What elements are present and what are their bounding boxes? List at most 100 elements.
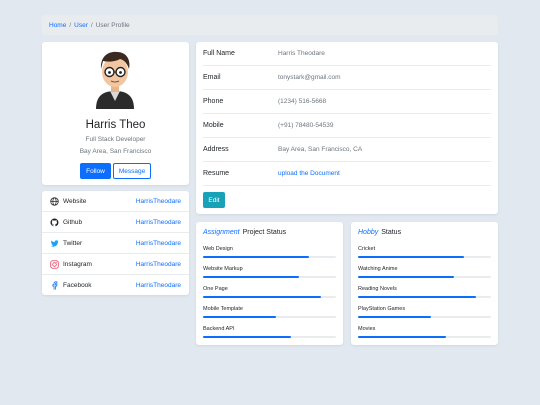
social-row-facebook[interactable]: Facebook HarrisTheodare <box>42 275 189 296</box>
progress-track <box>358 276 491 278</box>
social-label: Facebook <box>63 282 92 289</box>
progress-item: Web Design <box>203 246 336 264</box>
project-status-card: Assignment Project Status Web Design Websi… <box>196 222 343 345</box>
breadcrumb-home[interactable]: Home <box>49 22 66 29</box>
progress-track <box>358 336 491 338</box>
detail-value: (+91) 78480-54539 <box>278 122 334 129</box>
social-links-card: Website HarrisTheodare Github HarrisTheo… <box>42 191 189 295</box>
hobby-status-card: Hobby Status Cricket Watching Anime Reading… <box>351 222 498 345</box>
progress-bar <box>358 316 432 318</box>
social-label: Website <box>63 197 87 205</box>
detail-row-address: Address Bay Area, San Francisco, CA <box>203 138 491 162</box>
social-link[interactable]: HarrisTheodare <box>136 261 181 268</box>
hobby-label: Hobby <box>358 229 379 236</box>
edit-button[interactable]: Edit <box>203 192 225 208</box>
progress-bar <box>358 256 465 258</box>
progress-bar <box>203 256 310 258</box>
progress-bar <box>203 336 291 338</box>
progress-label: Cricket <box>358 246 376 252</box>
social-label: Twitter <box>63 239 83 247</box>
details-card: Full Name Harris Theodare Email tonystar… <box>196 42 498 214</box>
progress-label: One Page <box>203 286 228 292</box>
detail-row-resume: Resume upload the Document <box>203 162 491 186</box>
social-link[interactable]: HarrisTheodare <box>136 240 181 247</box>
project-status-heading: Assignment Project Status <box>203 229 286 236</box>
detail-row-full-name: Full Name Harris Theodare <box>203 42 491 66</box>
progress-label: Movies <box>358 326 376 332</box>
progress-track <box>203 296 336 298</box>
progress-bar <box>203 296 322 298</box>
social-row-github[interactable]: Github HarrisTheodare <box>42 212 189 233</box>
facebook-icon <box>50 281 59 290</box>
progress-item: Movies <box>358 326 491 344</box>
progress-label: Web Design <box>203 246 233 252</box>
breadcrumb-separator: / <box>69 21 72 29</box>
instagram-icon <box>50 259 59 269</box>
breadcrumb-separator: / <box>90 21 93 29</box>
detail-value: Bay Area, San Francisco, CA <box>278 146 363 153</box>
progress-item: Watching Anime <box>358 266 491 284</box>
project-status-title: Project Status <box>242 229 287 236</box>
detail-row-mobile: Mobile (+91) 78480-54539 <box>203 114 491 138</box>
profile-title: Full Stack Developer <box>85 136 146 143</box>
progress-track <box>203 316 336 318</box>
detail-value: Harris Theodare <box>278 50 325 57</box>
progress-bar <box>358 276 454 278</box>
progress-track <box>203 276 336 278</box>
detail-key: Address <box>203 146 229 153</box>
follow-button[interactable]: Follow <box>80 163 111 179</box>
social-row-instagram[interactable]: Instagram HarrisTheodare <box>42 254 189 275</box>
profile-card: Harris Theo Full Stack Developer Bay Are… <box>42 42 189 185</box>
progress-item: One Page <box>203 286 336 304</box>
progress-label: Mobile Template <box>203 306 243 312</box>
breadcrumb-current: User Profile <box>95 21 130 29</box>
profile-location: Bay Area, San Francisco <box>79 148 152 155</box>
social-link[interactable]: HarrisTheodare <box>136 219 181 226</box>
detail-key: Full Name <box>203 50 235 57</box>
progress-item: Reading Novels <box>358 286 491 304</box>
progress-track <box>358 316 491 318</box>
detail-row-email: Email tonystark@gmail.com <box>203 66 491 90</box>
progress-track <box>358 256 491 258</box>
progress-label: Website Markup <box>203 266 243 272</box>
detail-key: Resume <box>203 170 230 177</box>
social-row-twitter[interactable]: Twitter HarrisTheodare <box>42 233 189 254</box>
detail-key: Mobile <box>203 122 224 129</box>
progress-label: PlayStation Games <box>358 306 406 312</box>
hobby-status-heading: Hobby Status <box>358 229 401 236</box>
social-link[interactable]: HarrisTheodare <box>136 282 181 289</box>
breadcrumb: Home / User / User Profile <box>42 15 498 35</box>
detail-value: (1234) 516-5668 <box>278 98 327 105</box>
progress-item: PlayStation Games <box>358 306 491 324</box>
resume-upload-link[interactable]: upload the Document <box>278 170 340 177</box>
assignment-label: Assignment <box>203 229 240 236</box>
hobby-status-title: Status <box>381 229 402 236</box>
progress-label: Watching Anime <box>358 266 398 272</box>
globe-icon <box>50 196 59 206</box>
progress-bar <box>358 296 477 298</box>
progress-item: Mobile Template <box>203 306 336 324</box>
breadcrumb-user[interactable]: User <box>74 22 88 29</box>
progress-item: Backend API <box>203 326 336 344</box>
progress-label: Backend API <box>203 326 235 332</box>
progress-bar <box>203 276 299 278</box>
avatar <box>96 51 134 109</box>
message-button[interactable]: Message <box>113 163 151 179</box>
progress-track <box>203 336 336 338</box>
detail-key: Email <box>203 74 221 81</box>
github-icon <box>50 218 59 227</box>
progress-label: Reading Novels <box>358 286 397 292</box>
progress-item: Website Markup <box>203 266 336 284</box>
social-link[interactable]: HarrisTheodare <box>136 198 181 205</box>
detail-key: Phone <box>203 98 224 105</box>
social-row-website[interactable]: Website HarrisTheodare <box>42 191 189 212</box>
profile-name: Harris Theo <box>85 119 146 131</box>
social-label: Instagram <box>63 260 92 268</box>
progress-item: Cricket <box>358 246 491 264</box>
detail-row-phone: Phone (1234) 516-5668 <box>203 90 491 114</box>
detail-value: tonystark@gmail.com <box>278 74 341 81</box>
progress-track <box>358 296 491 298</box>
social-label: Github <box>63 218 83 226</box>
progress-bar <box>203 316 277 318</box>
twitter-icon <box>50 239 59 248</box>
